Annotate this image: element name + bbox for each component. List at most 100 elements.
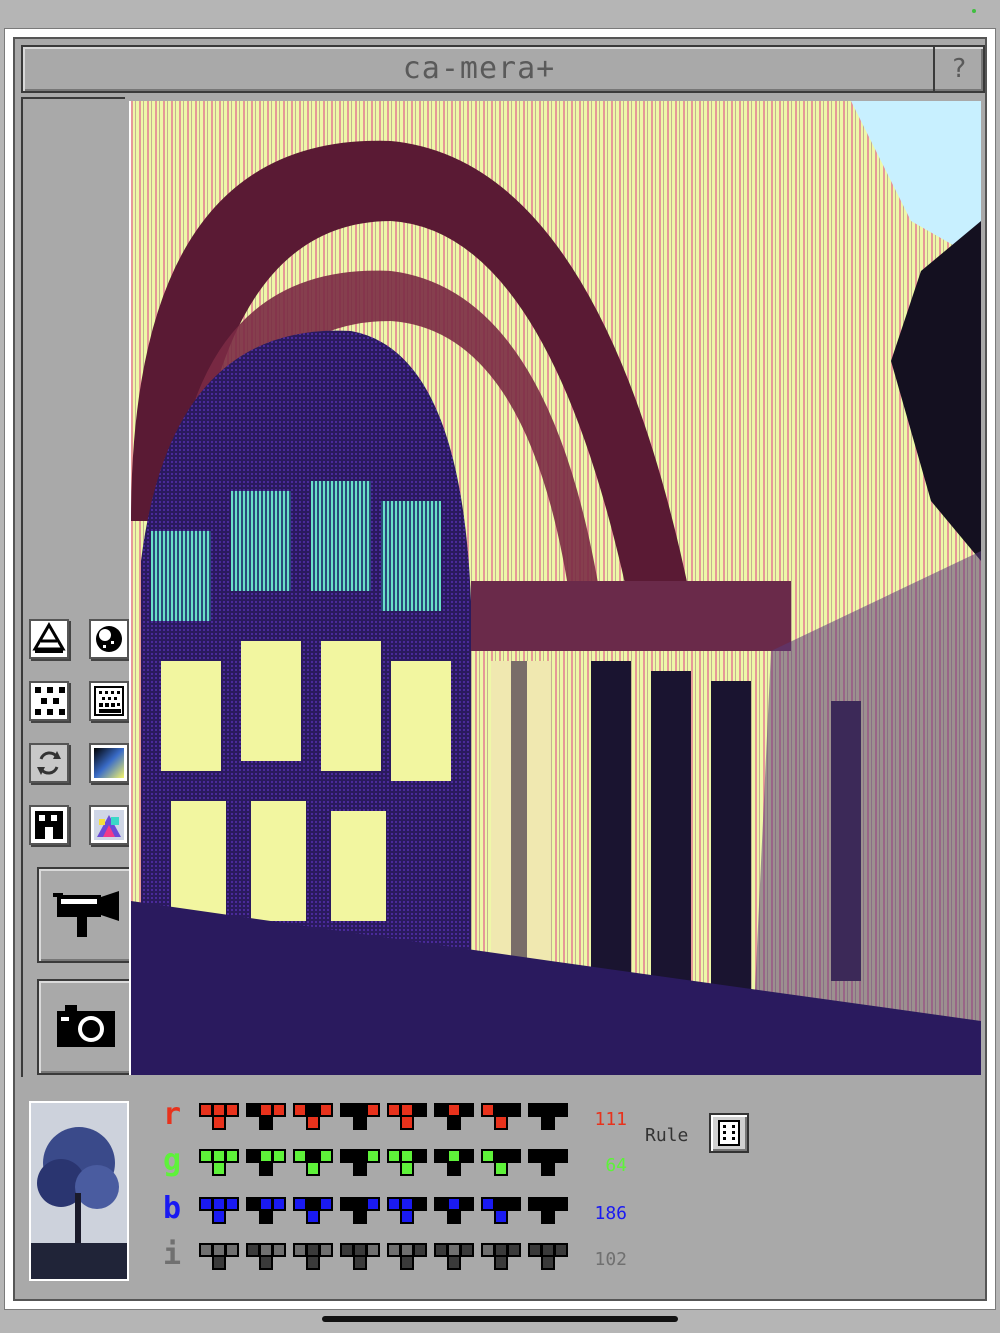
gradient-button[interactable] bbox=[89, 743, 129, 783]
rule-cell-i-5[interactable] bbox=[387, 1243, 427, 1271]
title-bar: ca-mera+ ? bbox=[21, 45, 985, 93]
channel-value: 111 bbox=[594, 1109, 627, 1130]
app-window: ca-mera+ ? r 111 g 64 b 186 i 102 Rule bbox=[4, 28, 996, 1310]
channel-row-b: b 186 bbox=[151, 1191, 631, 1231]
rule-pattern-icon bbox=[340, 1243, 380, 1270]
status-indicator bbox=[972, 9, 976, 13]
rule-pattern-icon bbox=[387, 1149, 427, 1176]
rule-pattern-icon bbox=[246, 1103, 286, 1130]
rule-cell-r-5[interactable] bbox=[387, 1103, 427, 1131]
exposure-button[interactable] bbox=[29, 619, 69, 659]
rule-pattern-icon bbox=[434, 1243, 474, 1270]
video-camera-icon bbox=[53, 891, 119, 937]
rule-pattern-icon bbox=[481, 1243, 521, 1270]
rule-pattern-icon bbox=[293, 1197, 333, 1224]
rule-cell-i-4[interactable] bbox=[340, 1243, 380, 1271]
rule-cell-b-1[interactable] bbox=[199, 1197, 239, 1225]
window-frame: ca-mera+ ? r 111 g 64 b 186 i 102 Rule bbox=[13, 37, 987, 1301]
rule-cell-g-8[interactable] bbox=[528, 1149, 568, 1177]
pixel-shape-icon bbox=[35, 811, 63, 839]
rule-pattern-icon bbox=[528, 1243, 568, 1270]
rule-cell-g-5[interactable] bbox=[387, 1149, 427, 1177]
take-photo-button[interactable] bbox=[37, 979, 133, 1075]
grid-pattern-icon bbox=[35, 687, 65, 715]
rule-pattern-icon bbox=[387, 1103, 427, 1130]
rule-cell-b-7[interactable] bbox=[481, 1197, 521, 1225]
rule-pattern-icon bbox=[434, 1149, 474, 1176]
rule-pattern-icon bbox=[528, 1103, 568, 1130]
rule-pattern-icon bbox=[246, 1149, 286, 1176]
rule-pattern-icon bbox=[528, 1197, 568, 1224]
rule-pattern-icon bbox=[199, 1103, 239, 1130]
rule-pattern-icon bbox=[528, 1149, 568, 1176]
flip-camera-icon bbox=[37, 751, 61, 775]
rule-pattern-icon bbox=[481, 1103, 521, 1130]
channel-row-r: r 111 bbox=[151, 1097, 631, 1137]
channel-label: i bbox=[163, 1237, 182, 1272]
rule-pattern-icon bbox=[387, 1197, 427, 1224]
tool-sidebar bbox=[21, 97, 133, 1077]
rule-cell-b-4[interactable] bbox=[340, 1197, 380, 1225]
rule-cell-i-2[interactable] bbox=[246, 1243, 286, 1271]
rule-cell-i-7[interactable] bbox=[481, 1243, 521, 1271]
dice-icon bbox=[718, 1120, 740, 1146]
rule-pattern-icon bbox=[246, 1243, 286, 1270]
camera-icon bbox=[57, 1005, 115, 1047]
camera-viewfinder[interactable] bbox=[129, 101, 981, 1075]
rule-pattern-icon bbox=[293, 1243, 333, 1270]
rule-cell-b-2[interactable] bbox=[246, 1197, 286, 1225]
halftone-button[interactable] bbox=[89, 681, 129, 721]
channel-value: 186 bbox=[594, 1203, 627, 1224]
channel-value: 64 bbox=[605, 1155, 627, 1176]
rule-pattern-icon bbox=[387, 1243, 427, 1270]
rule-cell-r-4[interactable] bbox=[340, 1103, 380, 1131]
gallery-thumbnail[interactable] bbox=[29, 1101, 129, 1281]
rule-cell-g-4[interactable] bbox=[340, 1149, 380, 1177]
rule-cell-r-1[interactable] bbox=[199, 1103, 239, 1131]
rule-cell-i-8[interactable] bbox=[528, 1243, 568, 1271]
channel-row-i: i 102 bbox=[151, 1237, 631, 1277]
rule-cell-r-7[interactable] bbox=[481, 1103, 521, 1131]
gradient-icon bbox=[94, 748, 124, 778]
channel-panel: r 111 g 64 b 186 i 102 bbox=[21, 1081, 985, 1289]
channel-label: b bbox=[163, 1191, 182, 1226]
rule-cell-b-5[interactable] bbox=[387, 1197, 427, 1225]
rule-cell-r-3[interactable] bbox=[293, 1103, 333, 1131]
app-title: ca-mera+ bbox=[402, 51, 556, 86]
pixel-shape-button[interactable] bbox=[29, 805, 69, 845]
rule-button[interactable] bbox=[709, 1113, 749, 1153]
thumbnail-image bbox=[31, 1103, 127, 1279]
rule-cell-b-3[interactable] bbox=[293, 1197, 333, 1225]
dither-icon bbox=[96, 626, 122, 652]
rule-cell-i-3[interactable] bbox=[293, 1243, 333, 1271]
rule-cell-b-8[interactable] bbox=[528, 1197, 568, 1225]
rule-cell-b-6[interactable] bbox=[434, 1197, 474, 1225]
rule-pattern-icon bbox=[434, 1103, 474, 1130]
rule-cell-r-2[interactable] bbox=[246, 1103, 286, 1131]
flip-camera-button[interactable] bbox=[29, 743, 69, 783]
rule-pattern-icon bbox=[481, 1197, 521, 1224]
rule-cell-g-1[interactable] bbox=[199, 1149, 239, 1177]
rule-cell-g-6[interactable] bbox=[434, 1149, 474, 1177]
rule-pattern-icon bbox=[199, 1243, 239, 1270]
rule-cell-r-8[interactable] bbox=[528, 1103, 568, 1131]
rule-pattern-icon bbox=[293, 1103, 333, 1130]
help-button[interactable]: ? bbox=[933, 47, 983, 91]
rule-cell-i-6[interactable] bbox=[434, 1243, 474, 1271]
rule-cell-i-1[interactable] bbox=[199, 1243, 239, 1271]
grid-pattern-button[interactable] bbox=[29, 681, 69, 721]
rule-pattern-icon bbox=[246, 1197, 286, 1224]
rule-cell-g-2[interactable] bbox=[246, 1149, 286, 1177]
halftone-icon bbox=[94, 686, 124, 716]
color-palette-button[interactable] bbox=[89, 805, 129, 845]
channel-label: r bbox=[163, 1097, 182, 1132]
dither-button[interactable] bbox=[89, 619, 129, 659]
rule-pattern-icon bbox=[434, 1197, 474, 1224]
channel-row-g: g 64 bbox=[151, 1143, 631, 1183]
rule-cell-r-6[interactable] bbox=[434, 1103, 474, 1131]
rule-cell-g-7[interactable] bbox=[481, 1149, 521, 1177]
rule-label: Rule bbox=[645, 1125, 689, 1146]
rule-cell-g-3[interactable] bbox=[293, 1149, 333, 1177]
record-video-button[interactable] bbox=[37, 867, 133, 963]
exposure-icon bbox=[32, 622, 66, 653]
